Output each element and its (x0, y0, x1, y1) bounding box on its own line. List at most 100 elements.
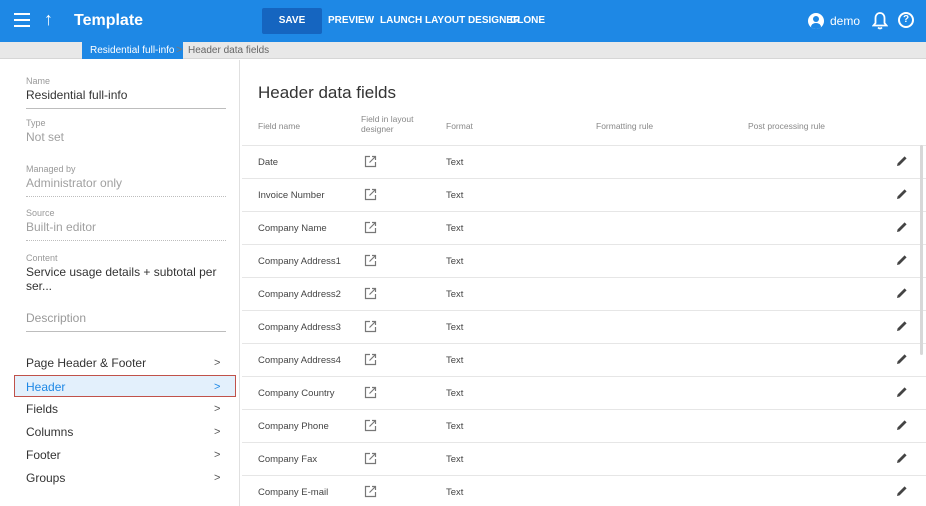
pencil-edit-icon[interactable] (896, 419, 908, 431)
nav-item-page-header-footer[interactable]: Page Header & Footer > (14, 352, 236, 374)
open-in-layout-designer-icon[interactable] (364, 386, 377, 399)
column-header-line: Field in layout (361, 114, 414, 124)
breadcrumb: Residential full-info > Header data fiel… (0, 42, 926, 59)
pencil-edit-icon[interactable] (896, 320, 908, 332)
format-cell: Text (446, 157, 464, 168)
format-cell: Text (446, 421, 464, 432)
open-in-layout-designer-icon[interactable] (364, 485, 377, 498)
table-row[interactable]: Company Name Text (242, 211, 926, 244)
field-name-cell: Company Phone (258, 421, 329, 432)
chevron-right-icon: > (214, 449, 221, 461)
nav-item-label: Footer (26, 448, 61, 462)
table-row[interactable]: Company E-mail Text (242, 475, 926, 506)
open-in-layout-designer-icon[interactable] (364, 419, 377, 432)
account-icon (808, 13, 824, 29)
arrow-up-icon[interactable]: ↑ (44, 10, 53, 28)
open-in-layout-designer-icon[interactable] (364, 287, 377, 300)
save-button[interactable]: SAVE (262, 8, 322, 34)
table-row[interactable]: Company Country Text (242, 376, 926, 409)
format-cell: Text (446, 355, 464, 366)
column-header-formatting-rule: Formatting rule (596, 121, 654, 131)
type-label: Type (26, 118, 46, 128)
top-app-bar: ↑ Template SAVE PREVIEW LAUNCH LAYOUT DE… (0, 0, 926, 42)
content-field[interactable]: Content Service usage details + subtotal… (26, 253, 226, 299)
description-field[interactable]: Description (26, 311, 226, 332)
content-value[interactable]: Service usage details + subtotal per ser… (26, 265, 226, 299)
launch-layout-designer-button[interactable]: LAUNCH LAYOUT DESIGNER (380, 8, 520, 34)
nav-item-groups[interactable]: Groups > (14, 467, 236, 489)
name-value[interactable]: Residential full-info (26, 88, 226, 109)
scrollbar[interactable] (920, 145, 923, 355)
field-name-cell: Company Country (258, 388, 335, 399)
open-in-layout-designer-icon[interactable] (364, 221, 377, 234)
breadcrumb-separator: > (176, 44, 183, 56)
chevron-right-icon: > (214, 403, 221, 415)
table-row[interactable]: Company Phone Text (242, 409, 926, 442)
format-cell: Text (446, 256, 464, 267)
nav-item-fields[interactable]: Fields > (14, 398, 236, 420)
preview-button[interactable]: PREVIEW (328, 8, 374, 34)
source-field: Source Built-in editor (26, 208, 226, 241)
open-in-layout-designer-icon[interactable] (364, 188, 377, 201)
pencil-edit-icon[interactable] (896, 485, 908, 497)
open-in-layout-designer-icon[interactable] (364, 353, 377, 366)
field-name-cell: Company Name (258, 223, 327, 234)
nav-item-columns[interactable]: Columns > (14, 421, 236, 443)
open-in-layout-designer-icon[interactable] (364, 254, 377, 267)
pencil-edit-icon[interactable] (896, 188, 908, 200)
field-name-cell: Company Address1 (258, 256, 341, 267)
format-cell: Text (446, 487, 464, 498)
nav-item-label: Fields (26, 402, 59, 416)
source-label: Source (26, 208, 55, 218)
format-cell: Text (446, 388, 464, 399)
help-icon[interactable]: ? (898, 12, 914, 28)
format-cell: Text (446, 289, 464, 300)
format-cell: Text (446, 454, 464, 465)
chevron-right-icon: > (214, 357, 221, 369)
pencil-edit-icon[interactable] (896, 254, 908, 266)
table-row[interactable]: Company Address2 Text (242, 277, 926, 310)
nav-item-footer[interactable]: Footer > (14, 444, 236, 466)
table-row[interactable]: Company Address4 Text (242, 343, 926, 376)
name-label: Name (26, 76, 51, 86)
format-cell: Text (446, 223, 464, 234)
pencil-edit-icon[interactable] (896, 386, 908, 398)
managed-by-field: Managed by Administrator only (26, 164, 226, 197)
table-row[interactable]: Company Address3 Text (242, 310, 926, 343)
column-header-line: designer (361, 124, 394, 134)
column-header-post-processing-rule: Post processing rule (748, 121, 826, 131)
nav-item-label: Groups (26, 471, 66, 485)
hamburger-menu-icon[interactable] (14, 13, 30, 27)
managed-by-value: Administrator only (26, 176, 226, 197)
field-name-cell: Invoice Number (258, 190, 325, 201)
table-row[interactable]: Company Fax Text (242, 442, 926, 475)
field-name-cell: Company Fax (258, 454, 318, 465)
field-name-cell: Company Address4 (258, 355, 341, 366)
pencil-edit-icon[interactable] (896, 353, 908, 365)
user-menu[interactable]: demo (808, 11, 860, 31)
table-row[interactable]: Company Address1 Text (242, 244, 926, 277)
user-name: demo (830, 14, 861, 28)
clone-button[interactable]: CLONE (510, 8, 545, 34)
pencil-edit-icon[interactable] (896, 287, 908, 299)
format-cell: Text (446, 190, 464, 201)
open-in-layout-designer-icon[interactable] (364, 155, 377, 168)
pencil-edit-icon[interactable] (896, 452, 908, 464)
breadcrumb-current[interactable]: Residential full-info (82, 42, 183, 59)
field-name-cell: Company Address2 (258, 289, 341, 300)
source-value: Built-in editor (26, 220, 226, 241)
open-in-layout-designer-icon[interactable] (364, 320, 377, 333)
nav-item-label: Header (26, 380, 66, 394)
nav-item-header[interactable]: Header > (14, 375, 236, 397)
type-value: Not set (26, 130, 65, 144)
bell-icon[interactable] (872, 12, 888, 30)
pencil-edit-icon[interactable] (896, 221, 908, 233)
managed-by-label: Managed by (26, 164, 76, 174)
table-row[interactable]: Date Text (242, 145, 926, 178)
page-title: Template (74, 12, 144, 29)
pencil-edit-icon[interactable] (896, 155, 908, 167)
table-row[interactable]: Invoice Number Text (242, 178, 926, 211)
open-in-layout-designer-icon[interactable] (364, 452, 377, 465)
details-panel: Name Residential full-info Type Not set … (0, 60, 240, 506)
name-field[interactable]: Name Residential full-info (26, 76, 226, 109)
